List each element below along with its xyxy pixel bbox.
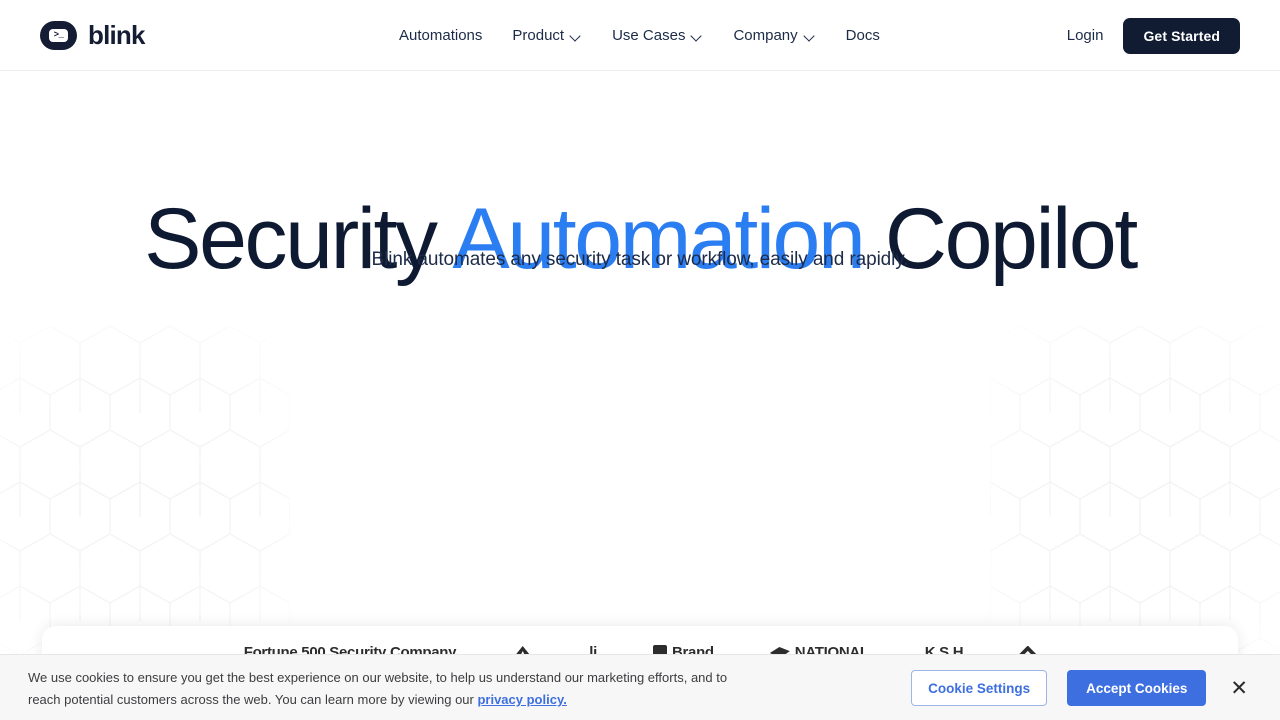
cookie-text-line-1: We use cookies to ensure you get the bes… bbox=[28, 670, 688, 685]
cookie-banner-text: We use cookies to ensure you get the bes… bbox=[28, 667, 728, 711]
headline-part-one: Security bbox=[144, 191, 453, 287]
cookie-banner-actions: Cookie Settings Accept Cookies ✕ bbox=[911, 655, 1252, 720]
cookie-settings-button[interactable]: Cookie Settings bbox=[911, 670, 1048, 706]
nav-item-docs[interactable]: Docs bbox=[831, 0, 895, 71]
blink-terminal-logo-icon: >_ bbox=[40, 21, 77, 50]
hero-section: Security Automation Copilot Blink automa… bbox=[0, 71, 1280, 720]
chevron-down-icon bbox=[692, 31, 703, 42]
headline-part-two: Copilot bbox=[863, 191, 1138, 287]
nav-item-use-cases[interactable]: Use Cases bbox=[597, 0, 718, 71]
blink-logo[interactable]: >_ blink bbox=[40, 0, 145, 71]
nav-item-company[interactable]: Company bbox=[718, 0, 830, 71]
page-root: >_ blink Automations Product Use Cases C… bbox=[0, 0, 1280, 720]
page-title: Security Automation Copilot bbox=[0, 189, 1280, 289]
accept-cookies-button[interactable]: Accept Cookies bbox=[1067, 670, 1207, 706]
nav-label-docs: Docs bbox=[845, 27, 880, 44]
site-header: >_ blink Automations Product Use Cases C… bbox=[0, 0, 1280, 71]
terminal-prompt-glyph: >_ bbox=[49, 29, 68, 42]
nav-item-automations[interactable]: Automations bbox=[399, 0, 497, 71]
hero-subtitle: Blink automates any security task or wor… bbox=[371, 249, 909, 270]
header-actions: Login Get Started bbox=[1047, 0, 1240, 71]
login-link[interactable]: Login bbox=[1047, 27, 1124, 44]
nav-item-product[interactable]: Product bbox=[497, 0, 597, 71]
privacy-policy-link[interactable]: privacy policy. bbox=[477, 692, 566, 707]
headline-accent-word: Automation bbox=[452, 191, 865, 287]
main-nav: Automations Product Use Cases Company Do… bbox=[399, 0, 895, 71]
nav-label-product: Product bbox=[512, 27, 565, 44]
chevron-down-icon bbox=[571, 31, 582, 42]
nav-label-automations: Automations bbox=[399, 27, 483, 44]
get-started-button[interactable]: Get Started bbox=[1123, 17, 1240, 54]
nav-label-company: Company bbox=[733, 27, 798, 44]
close-icon[interactable]: ✕ bbox=[1226, 678, 1252, 699]
logo-wordmark: blink bbox=[88, 20, 145, 50]
nav-label-use-cases: Use Cases bbox=[612, 27, 686, 44]
cookie-consent-banner: We use cookies to ensure you get the bes… bbox=[0, 654, 1280, 720]
chevron-down-icon bbox=[805, 31, 816, 42]
